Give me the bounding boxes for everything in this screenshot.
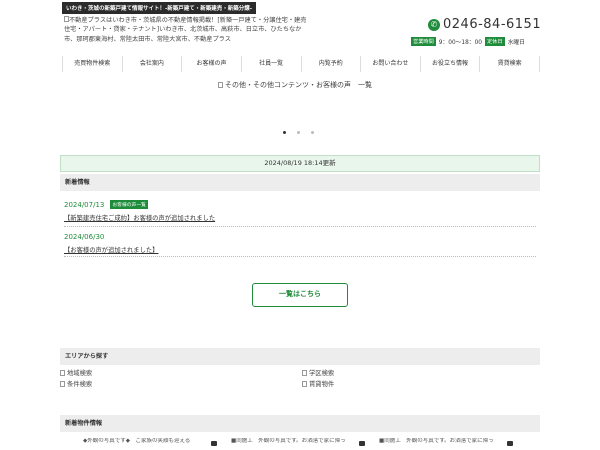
property-card[interactable]: ■同施工 外観の写真です。お洒落で家に帰っ bbox=[231, 438, 365, 450]
nav-item-sale-search[interactable]: 売買物件検索 bbox=[62, 56, 122, 72]
camera-icon bbox=[507, 441, 513, 446]
slider-dot[interactable] bbox=[297, 131, 300, 134]
broken-image-icon bbox=[60, 369, 65, 376]
news-date: 2024/06/30 bbox=[64, 233, 105, 241]
news-link[interactable]: 【お客様の声が追加されました】 bbox=[64, 245, 536, 254]
camera-icon bbox=[211, 441, 217, 446]
site-tagline: いわき・茨城の新築戸建て情報サイト！-新築戸建て・新築建売・新築分譲- bbox=[62, 2, 257, 14]
update-timestamp: 2024/08/19 18:14更新 bbox=[60, 155, 540, 172]
broken-image-icon bbox=[302, 380, 307, 387]
area-heading: エリアから探す bbox=[60, 348, 540, 365]
business-hours: 営業時間 9：00～18：00 定休日 水曜日 bbox=[411, 37, 525, 46]
slider-dots bbox=[283, 131, 314, 134]
nav-item-rental-search[interactable]: 賃貸検索 bbox=[479, 56, 540, 72]
nav-item-voices[interactable]: お客様の声 bbox=[181, 56, 241, 72]
area-link-label: 地域検索 bbox=[67, 370, 93, 377]
nav-item-staff[interactable]: 社員一覧 bbox=[240, 56, 301, 72]
slider-dot[interactable] bbox=[283, 131, 286, 134]
area-link-region[interactable]: 地域検索 bbox=[60, 368, 92, 377]
nav-item-viewing[interactable]: 内覧予約 bbox=[300, 56, 361, 72]
nav-item-useful-info[interactable]: お役立ち情報 bbox=[419, 56, 480, 72]
area-link-school[interactable]: 学区検索 bbox=[302, 368, 334, 377]
property-image-alt: ■同施工 外観の写真です。お洒落で家に帰っ bbox=[379, 438, 494, 444]
slider-dot[interactable] bbox=[311, 131, 314, 134]
property-card[interactable]: ◆外観の写真です◆ ご家族の笑顔も迎える bbox=[83, 438, 217, 450]
news-link[interactable]: 【新築建売住宅ご成約】お客様の声が追加されました bbox=[64, 213, 536, 222]
phone-contact[interactable]: ✆ 0246-84-6151 bbox=[428, 17, 541, 32]
area-link-label: 賃貸物件 bbox=[309, 381, 335, 388]
broken-image-icon bbox=[302, 369, 307, 376]
phone-number: 0246-84-6151 bbox=[443, 17, 542, 32]
nav-item-contact[interactable]: お問い合わせ bbox=[360, 56, 420, 72]
property-image-alt: ◆外観の写真です◆ ご家族の笑顔も迎える bbox=[83, 438, 191, 444]
hours-badge: 営業時間 bbox=[411, 37, 436, 46]
hours-value: 9：00～18：00 bbox=[438, 40, 482, 46]
logo-link[interactable]: 不動産プラスはいわき市・茨城県の不動産情報掲載！[新築一戸建て・分譲住宅・建売住… bbox=[64, 16, 308, 44]
closed-badge: 定休日 bbox=[484, 37, 505, 46]
phone-icon: ✆ bbox=[428, 18, 440, 31]
new-properties-heading: 新着物件情報 bbox=[60, 415, 540, 432]
area-link-rental[interactable]: 賃貸物件 bbox=[302, 379, 334, 388]
news-item: 2024/06/30 【お客様の声が追加されました】 bbox=[64, 233, 536, 257]
news-date: 2024/07/13 bbox=[64, 201, 105, 209]
news-heading: 新着情報 bbox=[60, 174, 540, 191]
news-item: 2024/07/13 お客様の声一覧 【新築建売住宅ご成約】お客様の声が追加されま… bbox=[64, 200, 536, 227]
news-tag[interactable]: お客様の声一覧 bbox=[110, 200, 148, 209]
area-link-label: 学区検索 bbox=[309, 370, 335, 377]
property-card[interactable]: ■同施工 外観の写真です。お洒落で家に帰っ bbox=[379, 438, 513, 450]
area-link-condition[interactable]: 条件検索 bbox=[60, 379, 92, 388]
property-image-alt: ■同施工 外観の写真です。お洒落で家に帰っ bbox=[231, 438, 346, 444]
logo-alt-text: 不動産プラスはいわき市・茨城県の不動産情報掲載！[新築一戸建て・分譲住宅・建売住… bbox=[64, 17, 307, 43]
broken-image-icon bbox=[60, 380, 65, 387]
closed-value: 水曜日 bbox=[507, 40, 525, 46]
area-link-label: 条件検索 bbox=[67, 381, 93, 388]
nav-item-company[interactable]: 会社案内 bbox=[121, 56, 182, 72]
global-nav: 売買物件検索 会社案内 お客様の声 社員一覧 内覧予約 お問い合わせ お役立ち情… bbox=[62, 56, 540, 72]
camera-icon bbox=[359, 441, 365, 446]
broken-image-icon bbox=[218, 82, 223, 88]
hero-alt-text: その他・その他コンテンツ・お客様の声 一覧 bbox=[225, 81, 372, 89]
hero-image: その他・その他コンテンツ・お客様の声 一覧 bbox=[218, 80, 372, 90]
news-more-button[interactable]: 一覧はこちら bbox=[252, 283, 348, 307]
